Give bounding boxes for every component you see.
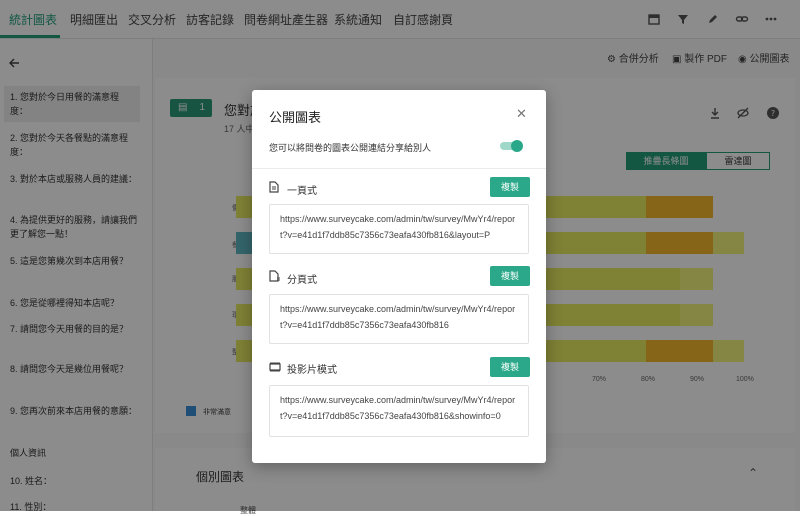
close-icon[interactable]: ✕ [516, 106, 527, 122]
url-field-slideshow[interactable]: https://www.surveycake.com/admin/tw/surv… [269, 385, 529, 437]
divider [252, 168, 546, 169]
share-toggle-label: 您可以將問卷的圖表公開連結分享給別人 [269, 143, 432, 153]
layout-label-single: 一頁式 [287, 186, 317, 197]
url-field-single[interactable]: https://www.surveycake.com/admin/tw/surv… [269, 204, 529, 254]
copy-button-paged[interactable]: 複製 [490, 266, 530, 286]
single-page-icon [269, 181, 279, 193]
modal-title: 公開圖表 [269, 110, 322, 125]
layout-label-slideshow: 投影片模式 [287, 365, 337, 376]
url-field-paged[interactable]: https://www.surveycake.com/admin/tw/surv… [269, 294, 529, 344]
paged-icon [269, 270, 280, 282]
copy-button-single[interactable]: 複製 [490, 177, 530, 197]
share-toggle[interactable] [500, 140, 524, 152]
slideshow-icon [269, 362, 281, 372]
layout-label-paged: 分頁式 [287, 275, 317, 286]
public-chart-modal: 公開圖表 ✕ 您可以將問卷的圖表公開連結分享給別人 一頁式 複製 https:/… [252, 90, 546, 463]
copy-button-slideshow[interactable]: 複製 [490, 357, 530, 377]
